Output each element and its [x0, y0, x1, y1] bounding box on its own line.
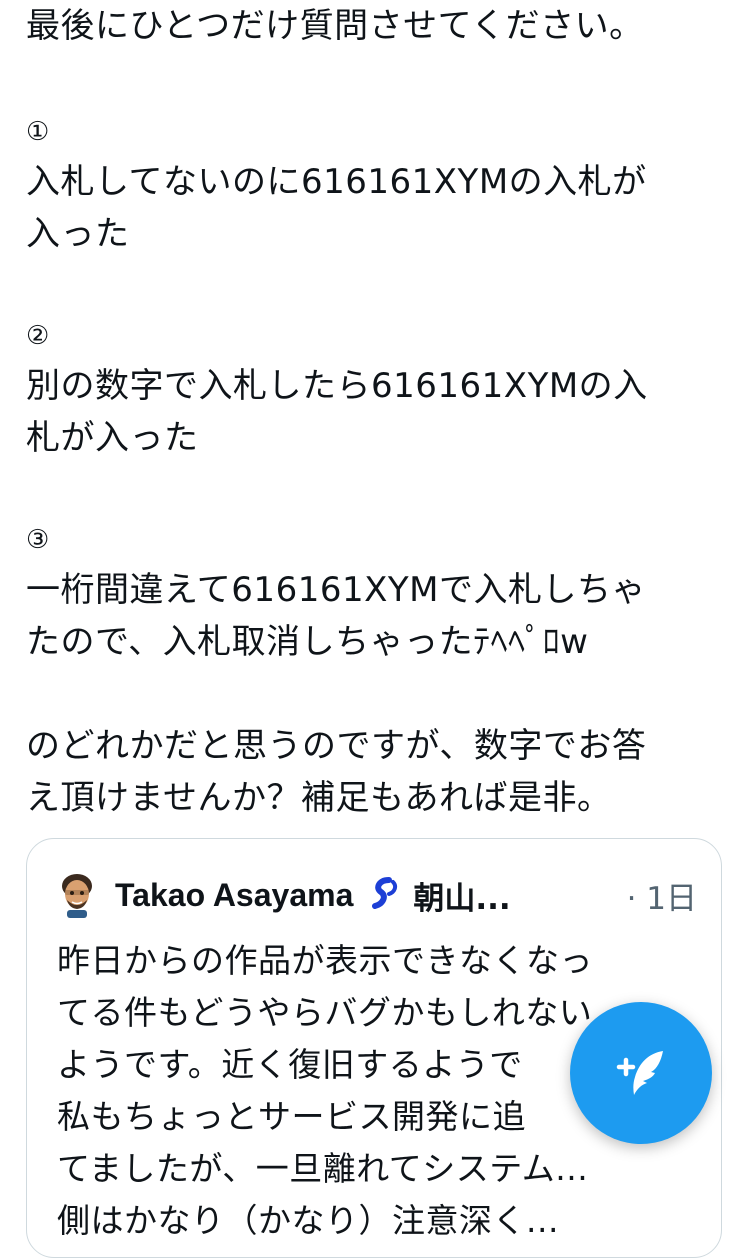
tweet-line: 入った	[26, 214, 130, 254]
quoted-tweet-header: Takao Asayama 朝山... · 1日	[57, 869, 697, 921]
avatar[interactable]	[57, 872, 97, 918]
author-name[interactable]: Takao Asayama	[115, 877, 353, 914]
option-number-1: ①	[26, 117, 50, 147]
compose-button[interactable]	[570, 1002, 712, 1144]
tweet-timestamp[interactable]: · 1日	[627, 873, 697, 918]
tweet-line: 最後にひとつだけ質問させてください。	[26, 6, 644, 46]
tweet-line: たので、入札取消しちゃったﾃﾍﾍﾟﾛw	[26, 622, 589, 662]
tweet-line: 別の数字で入札したら616161XYMの入	[26, 366, 648, 406]
compose-feather-icon	[616, 1051, 663, 1095]
tweet-line: のどれかだと思うのですが、数字でお答	[26, 726, 647, 766]
tweet-line: え頂けませんか？補足もあれば是非。	[26, 778, 612, 818]
tweet-line: 入札してないのに616161XYMの入札が	[26, 162, 647, 202]
tweet-body: 最後にひとつだけ質問させてください。 ① 入札してないのに616161XYMの入…	[26, 0, 716, 824]
quoted-line: 昨日からの作品が表示できなくなっ	[57, 941, 593, 980]
option-number-2: ②	[26, 321, 50, 351]
tweet-line: 札が入った	[26, 418, 199, 458]
quoted-line: てましたが、一旦離れてシステム...	[57, 1149, 589, 1188]
author-handle[interactable]: 朝山...	[413, 873, 510, 918]
quoted-line: 側はかなり（かなり）注意深く...	[57, 1201, 559, 1240]
option-number-3: ③	[26, 525, 50, 555]
tweet-line: 一桁間違えて616161XYMで入札しちゃ	[26, 570, 646, 610]
symbol-logo-icon	[367, 876, 401, 914]
avatar-memoji-icon	[62, 874, 92, 918]
